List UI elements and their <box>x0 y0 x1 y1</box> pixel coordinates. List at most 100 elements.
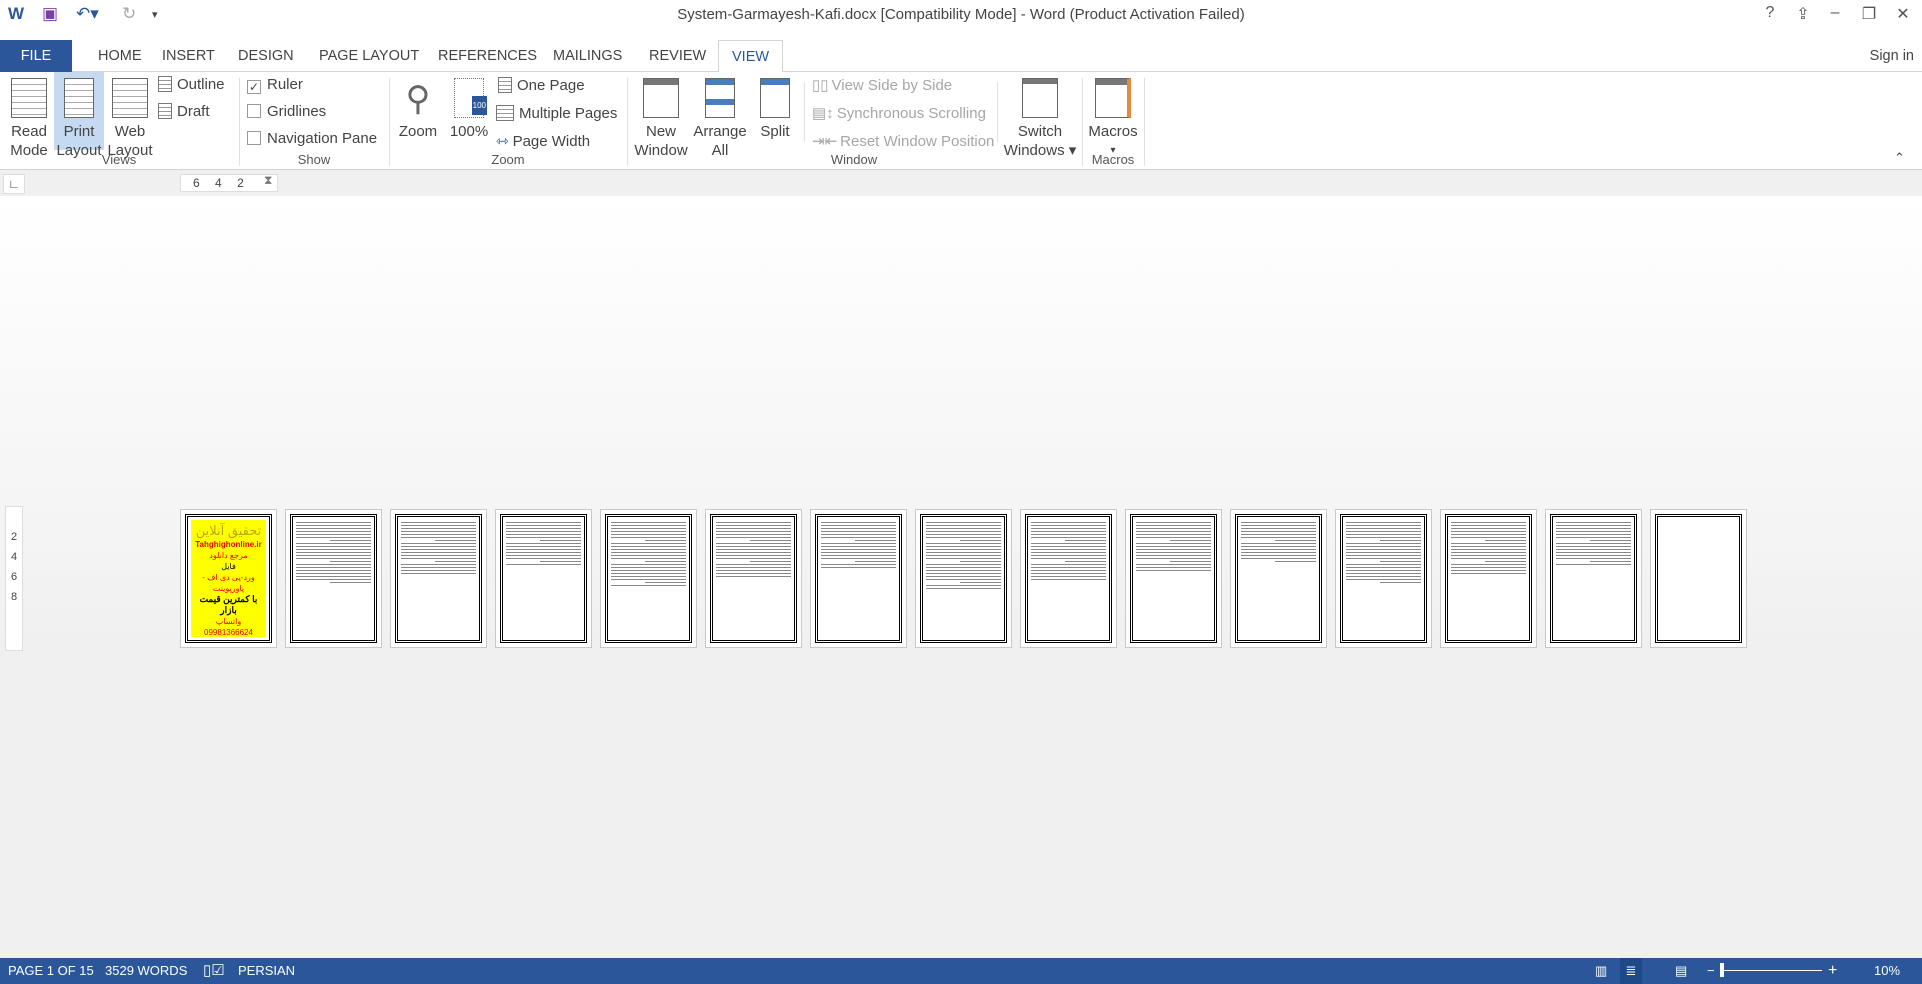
document-page[interactable] <box>1020 509 1117 648</box>
ruler-checkbox[interactable]: ✓ Ruler <box>247 75 303 94</box>
text-line <box>296 525 371 526</box>
text-line <box>296 558 371 559</box>
synchronous-scrolling-button[interactable]: ▤↕ Synchronous Scrolling <box>812 104 986 123</box>
gridlines-checkbox[interactable]: Gridlines <box>247 102 326 121</box>
document-page[interactable] <box>1545 509 1642 648</box>
print-layout-button[interactable]: Print Layout <box>54 72 104 159</box>
page-width-button[interactable]: ⇿ Page Width <box>496 132 590 151</box>
vertical-ruler[interactable]: 2 4 6 8 <box>5 506 23 651</box>
text-line <box>1451 549 1526 550</box>
web-layout-icon[interactable]: ▤ <box>1675 958 1687 984</box>
macros-button[interactable]: Macros ▾ <box>1086 78 1140 160</box>
text-line <box>296 531 371 532</box>
text-line <box>296 564 371 565</box>
text-line <box>1136 552 1211 553</box>
text-line <box>1136 564 1211 565</box>
document-page[interactable] <box>1440 509 1537 648</box>
tab-page-layout[interactable]: PAGE LAYOUT <box>309 40 429 72</box>
document-page[interactable]: تحقیق آنلاین Tahghighonline.ir مرجع دانل… <box>180 509 277 648</box>
document-page[interactable] <box>495 509 592 648</box>
text-line <box>401 525 476 526</box>
tab-design[interactable]: DESIGN <box>228 40 304 72</box>
tab-file[interactable]: FILE <box>0 40 72 72</box>
ruler-tick: 6 <box>10 571 18 583</box>
language[interactable]: PERSIAN <box>238 958 295 984</box>
navigation-pane-checkbox[interactable]: Navigation Pane <box>247 129 377 148</box>
web-layout-button[interactable]: Web Layout <box>106 78 154 160</box>
read-mode-icon[interactable]: ▥ <box>1595 958 1607 984</box>
tab-references[interactable]: REFERENCES <box>428 40 547 72</box>
ribbon-display-icon[interactable]: ⇪ <box>1790 4 1816 24</box>
document-page[interactable] <box>600 509 697 648</box>
proofing-icon[interactable]: ▯☑ <box>203 958 225 984</box>
page-border <box>710 514 797 643</box>
arrange-all-button[interactable]: Arrange All <box>692 78 748 160</box>
multiple-pages-button[interactable]: Multiple Pages <box>496 104 617 123</box>
tab-mailings[interactable]: MAILINGS <box>543 40 632 72</box>
tab-view[interactable]: VIEW <box>718 40 784 73</box>
draft-icon <box>158 103 172 119</box>
separator <box>1144 78 1145 166</box>
page-border <box>1235 514 1322 643</box>
minimize-icon[interactable]: – <box>1822 4 1848 22</box>
text-line <box>1031 522 1106 523</box>
sign-in-link[interactable]: Sign in <box>1870 40 1914 72</box>
document-page[interactable] <box>1650 509 1747 648</box>
text-line <box>1136 528 1211 529</box>
document-page[interactable] <box>1125 509 1222 648</box>
text-line <box>506 552 581 553</box>
zoom-level[interactable]: 10% <box>1874 958 1900 984</box>
tab-insert[interactable]: INSERT <box>152 40 225 72</box>
text-line <box>1136 567 1211 568</box>
text-line <box>926 588 1001 589</box>
zoom-out-icon[interactable]: − <box>1707 958 1715 984</box>
text-line <box>1346 555 1421 556</box>
text-line <box>401 564 476 565</box>
text-line <box>1451 567 1526 568</box>
text-line <box>1031 573 1106 574</box>
text-line <box>644 561 686 562</box>
word-count[interactable]: 3529 WORDS <box>105 958 187 984</box>
one-page-button[interactable]: One Page <box>498 76 585 95</box>
tab-home[interactable]: HOME <box>88 40 152 72</box>
text-line <box>1556 525 1631 526</box>
text-line <box>506 543 581 544</box>
zoom-button[interactable]: ⚲ Zoom <box>394 78 442 141</box>
zoom-slider-thumb[interactable] <box>1720 963 1724 977</box>
ribbon-tabs: FILE HOME INSERT DESIGN PAGE LAYOUT REFE… <box>0 40 1922 73</box>
outline-button[interactable]: Outline <box>158 75 225 94</box>
text-line <box>1136 558 1211 559</box>
text-line <box>1451 537 1526 538</box>
read-mode-button[interactable]: Read Mode <box>6 78 52 160</box>
document-page[interactable] <box>705 509 802 648</box>
document-page[interactable] <box>915 509 1012 648</box>
print-layout-icon[interactable]: ≣ <box>1620 958 1642 984</box>
restore-icon[interactable]: ❐ <box>1856 4 1882 24</box>
text-line <box>1451 546 1526 547</box>
zoom-100-button[interactable]: 100 100% <box>446 78 492 141</box>
tab-review[interactable]: REVIEW <box>639 40 716 72</box>
text-line <box>401 546 476 547</box>
horizontal-ruler[interactable]: ∟ 6 4 2 ⧗ <box>0 171 1922 196</box>
document-page[interactable] <box>390 509 487 648</box>
document-page[interactable] <box>1230 509 1327 648</box>
tab-selector-icon[interactable]: ∟ <box>3 174 25 194</box>
zoom-slider[interactable] <box>1720 963 1822 977</box>
reset-window-position-button[interactable]: ⇥⇤ Reset Window Position <box>812 132 994 151</box>
help-button[interactable]: ? <box>1757 4 1783 22</box>
cover-line: ورد-پی دی اف - پاورپوینت <box>202 573 255 593</box>
document-page[interactable] <box>285 509 382 648</box>
draft-button[interactable]: Draft <box>158 102 210 121</box>
view-side-by-side-button[interactable]: ▯▯ View Side by Side <box>812 76 952 95</box>
split-button[interactable]: Split <box>752 78 798 141</box>
zoom-in-icon[interactable]: + <box>1828 958 1837 984</box>
close-icon[interactable]: ✕ <box>1890 4 1916 24</box>
text-line <box>539 561 581 562</box>
collapse-ribbon-icon[interactable]: ⌃ <box>1894 150 1905 166</box>
new-window-button[interactable]: New Window <box>632 78 690 160</box>
document-page[interactable] <box>810 509 907 648</box>
document-page[interactable] <box>1335 509 1432 648</box>
switch-windows-button[interactable]: Switch Windows ▾ <box>1002 78 1078 160</box>
page-count[interactable]: PAGE 1 OF 15 <box>8 958 94 984</box>
indent-marker-icon[interactable]: ⧗ <box>264 173 272 188</box>
